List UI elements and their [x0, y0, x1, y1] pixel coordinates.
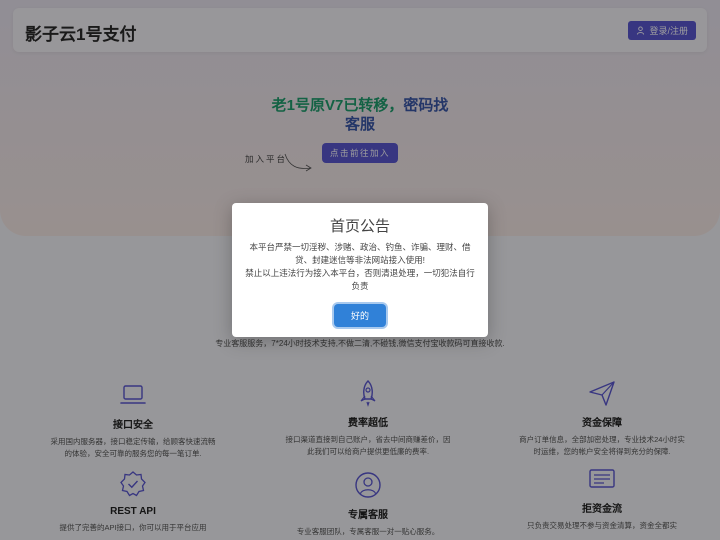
modal-title: 首页公告 — [329, 218, 390, 235]
ok-button[interactable]: 好的 — [334, 304, 386, 327]
modal-line-2: 禁止以上违法行为接入本平台，否则清退处理，一切犯法自行负责 — [245, 268, 475, 291]
modal-body: 本平台严禁一切淫秽、涉赌、政治、钓鱼、诈骗、理财、借贷、封建迷信等非法网站接入使… — [242, 241, 478, 293]
announcement-modal: 首页公告 本平台严禁一切淫秽、涉赌、政治、钓鱼、诈骗、理财、借贷、封建迷信等非法… — [232, 203, 488, 337]
modal-line-1: 本平台严禁一切淫秽、涉赌、政治、钓鱼、诈骗、理财、借贷、封建迷信等非法网站接入使… — [249, 242, 471, 265]
